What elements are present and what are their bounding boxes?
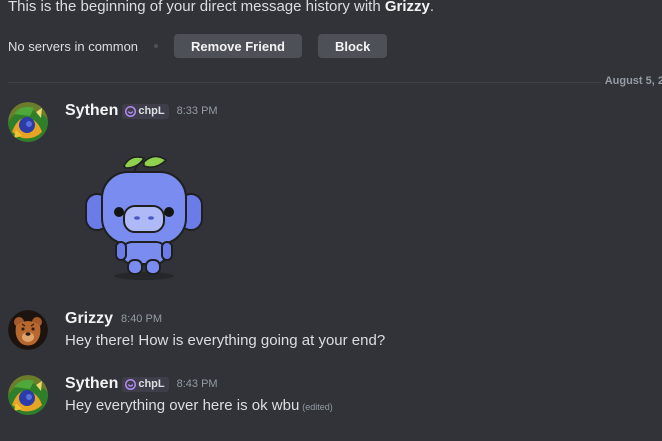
tag-icon (125, 105, 137, 117)
message-header: Grizzy 8:40 PM (65, 310, 162, 328)
separator-dot (154, 44, 159, 48)
message-content: Hey there! How is everything going at yo… (65, 332, 386, 349)
date-divider (8, 82, 662, 83)
tag-icon (125, 378, 137, 390)
message-header: Sythen chpL 8:33 PM (65, 102, 218, 120)
intro-suffix: . (429, 0, 435, 15)
message-timestamp[interactable]: 8:40 PM (121, 313, 162, 325)
block-button[interactable]: Block (317, 34, 388, 58)
edited-indicator: (edited) (302, 402, 333, 412)
message-content: Hey everything over here is ok wbu (edite… (65, 397, 333, 414)
profile-actions: No servers in common Remove Friend Block (8, 34, 403, 58)
date-divider-label: August 5, 2 (600, 75, 662, 87)
message-timestamp[interactable]: 8:43 PM (177, 378, 218, 390)
avatar-sythen[interactable] (8, 375, 48, 415)
avatar-sythen[interactable] (8, 102, 48, 142)
guild-tag[interactable]: chpL (122, 376, 169, 392)
message-text: Hey everything over here is ok wbu (65, 397, 300, 414)
guild-tag-label: chpL (138, 105, 165, 117)
wumpus-sticker[interactable] (78, 150, 210, 284)
author-name[interactable]: Sythen (65, 102, 118, 120)
mutual-servers-text: No servers in common (8, 38, 139, 54)
intro-username[interactable]: Grizzy (385, 0, 430, 15)
remove-friend-button[interactable]: Remove Friend (174, 34, 302, 58)
guild-tag[interactable]: chpL (122, 103, 169, 119)
intro-prefix: This is the beginning of your direct mes… (8, 0, 385, 15)
author-name[interactable]: Grizzy (65, 310, 113, 328)
message-timestamp[interactable]: 8:33 PM (177, 105, 218, 117)
guild-tag-label: chpL (138, 378, 165, 390)
avatar-grizzy[interactable] (8, 310, 48, 350)
dm-intro-text: This is the beginning of your direct mes… (8, 0, 434, 15)
message-header: Sythen chpL 8:43 PM (65, 375, 218, 393)
author-name[interactable]: Sythen (65, 375, 118, 393)
